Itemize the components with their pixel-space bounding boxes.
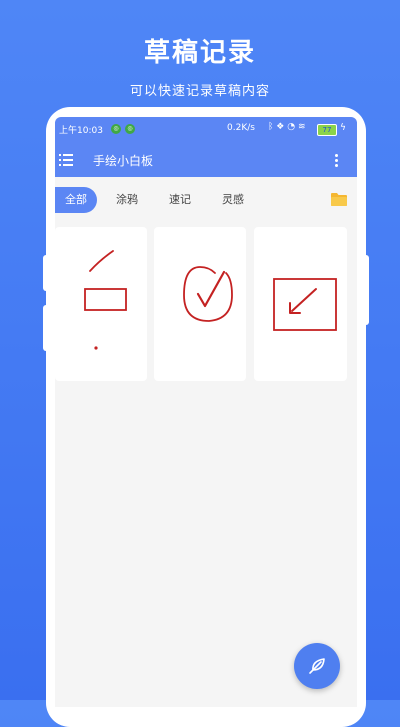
phone-screen: 上午10:03 ◎ ◎ 0.2K/s ᛒ ❖ ◔ ≋ 77 ϟ 手绘小白板 全部… [55, 117, 357, 707]
tab-all[interactable]: 全部 [55, 187, 97, 213]
sketch-card[interactable] [154, 227, 246, 381]
bluetooth-icon: ᛒ [268, 122, 274, 132]
phone-side-button [43, 305, 49, 351]
folder-icon[interactable] [331, 191, 347, 210]
notification-icon: ◎ [125, 124, 135, 134]
network-speed: 0.2K/s [227, 123, 255, 133]
battery-icon: 77 [317, 124, 337, 136]
promo-title: 草稿记录 [143, 38, 256, 68]
tab-quick-notes[interactable]: 速记 [160, 187, 200, 213]
alarm-icon: ◔ [287, 122, 296, 132]
hamburger-menu-icon[interactable] [59, 152, 73, 166]
sketch-drawing [84, 250, 127, 350]
more-vert-icon[interactable] [331, 151, 341, 169]
wifi-icon: ≋ [297, 122, 306, 132]
tab-inspiration[interactable]: 灵感 [213, 187, 253, 213]
status-time: 上午10:03 [59, 126, 103, 136]
notification-icon: ◎ [111, 124, 121, 134]
sketch-drawing [183, 266, 233, 322]
tab-doodle[interactable]: 涂鸦 [107, 187, 147, 213]
sketch-card[interactable] [55, 227, 147, 381]
promo-subtitle: 可以快速记录草稿内容 [129, 84, 270, 99]
phone-side-button [43, 255, 49, 291]
charging-icon: ϟ [340, 123, 346, 133]
feather-pen-icon [309, 658, 325, 674]
app-bar: 手绘小白板 [55, 143, 357, 177]
status-icons: ᛒ ❖ ◔ ≋ [268, 122, 306, 132]
app-title: 手绘小白板 [93, 154, 154, 168]
status-bar: 上午10:03 ◎ ◎ 0.2K/s ᛒ ❖ ◔ ≋ 77 ϟ [55, 117, 357, 143]
category-tabs: 全部 涂鸦 速记 灵感 [55, 177, 357, 221]
sketch-drawing [273, 278, 337, 331]
hd-icon: ❖ [276, 122, 285, 132]
sketch-card[interactable] [254, 227, 347, 381]
phone-power-button [363, 255, 369, 325]
new-sketch-button[interactable] [294, 643, 340, 689]
